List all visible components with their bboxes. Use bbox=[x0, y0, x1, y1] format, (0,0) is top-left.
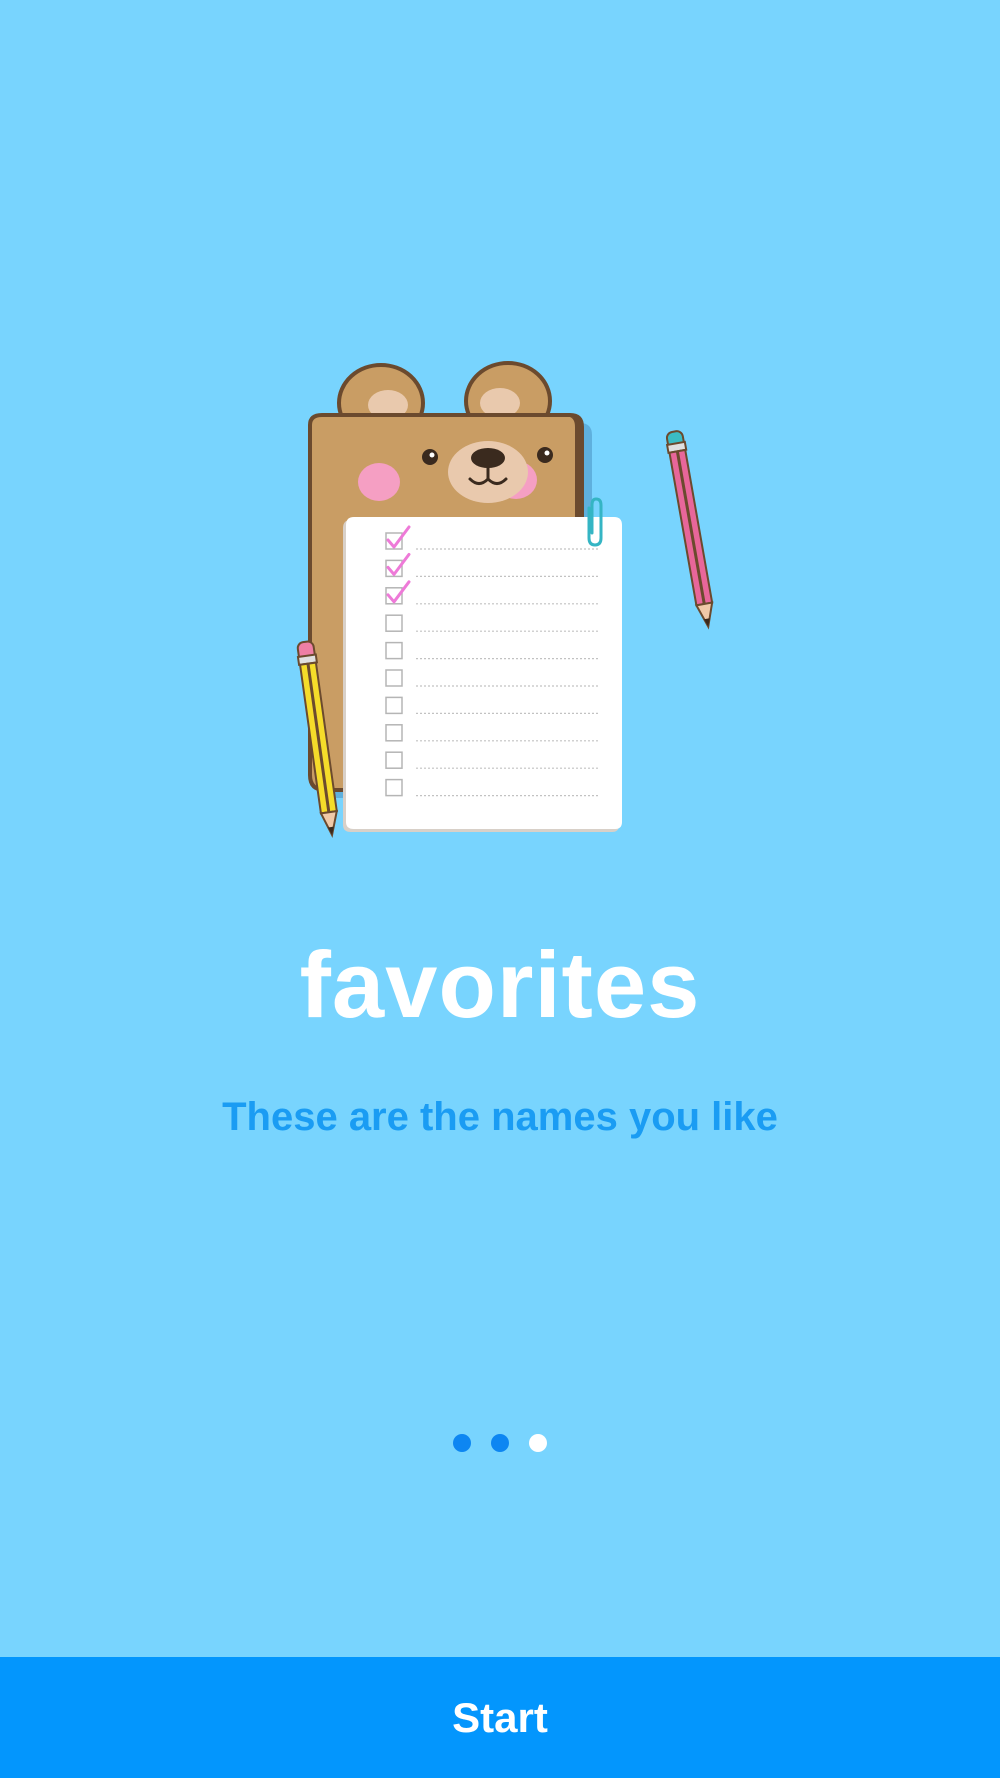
pink-pencil-icon bbox=[665, 430, 714, 630]
checkbox-icon bbox=[385, 751, 403, 769]
pagination-dot[interactable] bbox=[491, 1434, 509, 1452]
checkbox-icon bbox=[385, 614, 403, 632]
bear-clipboard-illustration bbox=[296, 361, 714, 839]
checkbox-icon bbox=[385, 669, 403, 687]
checkbox-icon bbox=[385, 724, 403, 742]
pagination-dot[interactable] bbox=[529, 1434, 547, 1452]
checkbox-icon bbox=[385, 696, 403, 715]
pagination-dot[interactable] bbox=[453, 1434, 471, 1452]
page-title: favorites bbox=[299, 932, 701, 1037]
page-subtitle: These are the names you like bbox=[222, 1095, 778, 1139]
onboarding-screen: favorites These are the names you like S… bbox=[0, 0, 1000, 1778]
start-button[interactable]: Start bbox=[0, 1657, 1000, 1778]
pagination-dots bbox=[0, 1434, 1000, 1452]
checkbox-icon bbox=[385, 641, 403, 660]
checklist-paper bbox=[343, 517, 622, 832]
checkbox-icon bbox=[385, 778, 403, 797]
